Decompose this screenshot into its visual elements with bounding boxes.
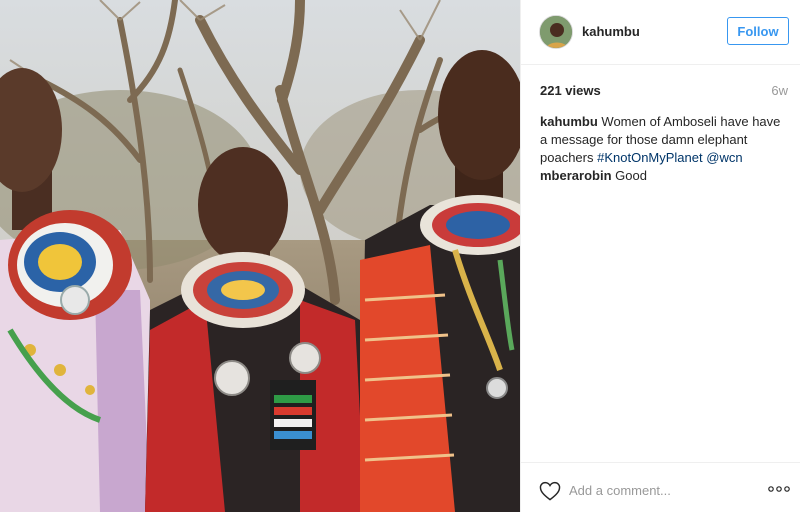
post-photo[interactable] bbox=[0, 0, 520, 512]
comment-username[interactable]: mberarobin bbox=[540, 168, 612, 183]
comment-username[interactable]: kahumbu bbox=[540, 114, 598, 129]
post-header: kahumbu Follow bbox=[521, 0, 800, 65]
avatar-image bbox=[540, 16, 572, 48]
post-photo-illustration bbox=[0, 0, 520, 512]
hashtag-link[interactable]: #KnotOnMyPlanet bbox=[597, 150, 703, 165]
comment: mberarobin Good bbox=[540, 167, 788, 185]
avatar[interactable] bbox=[539, 15, 573, 49]
view-count: 221 views bbox=[540, 83, 601, 98]
post-age[interactable]: 6w bbox=[771, 83, 788, 98]
add-comment-input[interactable] bbox=[569, 480, 749, 500]
mention-link[interactable]: @wcn bbox=[706, 150, 742, 165]
caption-comment: kahumbu Women of Amboseli have have a me… bbox=[540, 113, 788, 167]
comment-bar bbox=[521, 462, 800, 512]
heart-outline-icon[interactable] bbox=[539, 481, 561, 501]
comment-text: Good bbox=[615, 168, 647, 183]
post-detail-panel: kahumbu Follow 221 views 6w kahumbu Wome… bbox=[520, 0, 800, 512]
follow-button[interactable]: Follow bbox=[727, 17, 789, 45]
ellipsis-icon[interactable] bbox=[768, 484, 790, 494]
post-author-username[interactable]: kahumbu bbox=[582, 24, 640, 39]
